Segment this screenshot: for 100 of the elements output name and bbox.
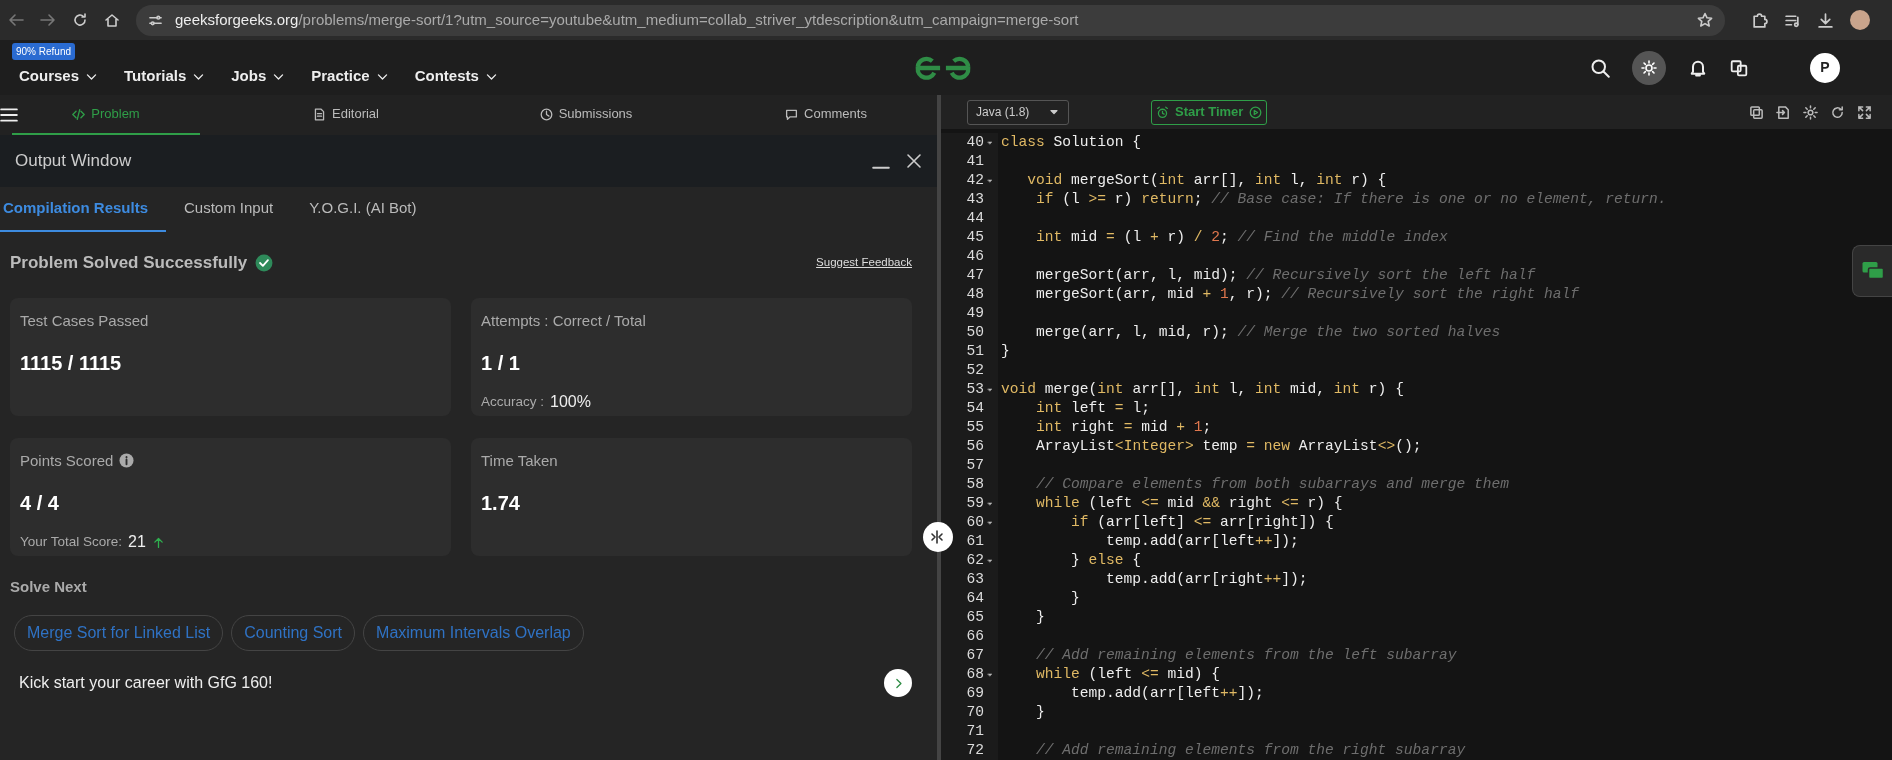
- reset-icon[interactable]: [1830, 104, 1845, 120]
- fold-icon[interactable]: [986, 385, 994, 394]
- output-tab[interactable]: Y.O.G.I. (AI Bot): [291, 187, 435, 232]
- profile-avatar[interactable]: [1850, 10, 1870, 30]
- line-number: 48: [966, 285, 984, 304]
- comment-icon: [785, 107, 799, 121]
- code-line: temp.add(arr[right++]);: [1105, 570, 1309, 589]
- code-line: // Compare elements from both subarrays and merge them: [1035, 475, 1510, 494]
- extensions-icon[interactable]: [1751, 11, 1768, 29]
- reload-icon[interactable]: [72, 12, 88, 28]
- line-number: 63: [966, 570, 984, 589]
- export-icon[interactable]: [1776, 104, 1791, 120]
- line-number: 61: [966, 532, 984, 551]
- code-line: temp.add(arr[left++]);: [1070, 684, 1265, 703]
- problem-tab[interactable]: Editorial: [252, 95, 440, 135]
- nav-menu-item[interactable]: Courses: [19, 65, 99, 88]
- line-number: 46: [966, 247, 984, 266]
- line-number: 69: [966, 684, 984, 703]
- problem-tab[interactable]: Submissions: [492, 95, 680, 135]
- start-timer-button[interactable]: Start Timer: [1151, 99, 1268, 125]
- code-line: } else {: [1070, 551, 1143, 570]
- alarm-clock-icon: [1156, 105, 1169, 119]
- line-number: 67: [966, 646, 984, 665]
- copy-icon[interactable]: [1749, 104, 1764, 120]
- fullscreen-icon[interactable]: [1857, 104, 1872, 120]
- next-button[interactable]: [884, 669, 912, 697]
- line-number: 45: [966, 228, 984, 247]
- code-line: }: [1001, 342, 1011, 361]
- line-number: 54: [966, 399, 984, 418]
- nav-menu-item[interactable]: Tutorials: [124, 65, 206, 88]
- check-circle-icon: [255, 253, 274, 272]
- nav-menu-item[interactable]: Practice: [311, 65, 389, 88]
- menu-icon[interactable]: [0, 106, 18, 124]
- code-line: void mergeSort(int arr[], int l, int r) {: [1026, 171, 1388, 190]
- line-number: 71: [966, 722, 984, 741]
- output-tab[interactable]: Compilation Results: [0, 187, 166, 232]
- refund-badge: 90% Refund: [12, 43, 76, 60]
- code-line: if (arr[left] <= arr[right]) {: [1070, 513, 1335, 532]
- code-line: if (l >= r) return; // Base case: If there is one or no element, return.: [1035, 190, 1667, 209]
- stat-sub-label: Accuracy :: [481, 392, 545, 411]
- line-number: 64: [966, 589, 984, 608]
- stat-sub-label: Your Total Score:: [20, 532, 123, 551]
- back-icon[interactable]: [8, 12, 24, 28]
- chat-button[interactable]: [1852, 245, 1892, 297]
- line-number: 44: [966, 209, 984, 228]
- language-select[interactable]: Java (1.8): [967, 99, 1069, 125]
- address-bar[interactable]: geeksforgeeks.org/problems/merge-sort/1?utm_source=youtube&utm_medium=collab_striver_ytdescription&utm_campaign=merge-sort: [136, 4, 1725, 36]
- line-number: 43: [966, 190, 984, 209]
- forward-icon[interactable]: [40, 12, 56, 28]
- close-icon[interactable]: [906, 153, 922, 169]
- code-line: merge(arr, l, mid, r); // Merge the two sorted halves: [1035, 323, 1502, 342]
- line-number: 55: [966, 418, 984, 437]
- fold-icon[interactable]: [986, 518, 994, 527]
- problem-tab[interactable]: Comments: [732, 95, 920, 135]
- line-number: 47: [966, 266, 984, 285]
- line-number: 62: [966, 551, 984, 570]
- stat-value: 1 / 1: [481, 351, 521, 376]
- line-number: 51: [966, 342, 984, 361]
- fold-icon[interactable]: [986, 176, 994, 185]
- stat-label: Attempts : Correct / Total: [481, 310, 646, 331]
- line-number: 41: [966, 152, 984, 171]
- code-line: mergeSort(arr, l, mid); // Recursively sort the left half: [1035, 266, 1537, 285]
- output-tab[interactable]: Custom Input: [166, 187, 292, 232]
- code-line: temp.add(arr[left++]);: [1105, 532, 1300, 551]
- code-line: void merge(int arr[], int l, int mid, int r) {: [1001, 380, 1405, 399]
- line-number: 50: [966, 323, 984, 342]
- code-line: }: [1070, 589, 1081, 608]
- line-number: 70: [966, 703, 984, 722]
- line-number: 52: [966, 361, 984, 380]
- stat-value: 1115 / 1115: [20, 351, 123, 376]
- fold-icon[interactable]: [986, 138, 994, 147]
- code-line: }: [1035, 703, 1046, 722]
- split-arrows-icon: [930, 529, 946, 545]
- code-line: mergeSort(arr, mid + 1, r); // Recursively sort the right half: [1035, 285, 1581, 304]
- line-number: 49: [966, 304, 984, 323]
- theme-toggle[interactable]: [1632, 50, 1666, 85]
- search-icon[interactable]: [1590, 57, 1610, 78]
- status-text: Problem Solved Successfully: [10, 252, 248, 274]
- nav-menu-item[interactable]: Jobs: [231, 65, 286, 88]
- line-number: 40: [966, 133, 984, 152]
- line-number: 60: [966, 513, 984, 532]
- play-icon: [1249, 105, 1263, 119]
- code-line: // Add remaining elements from the right subarray: [1035, 741, 1467, 760]
- line-number: 68: [966, 665, 984, 684]
- code-line: // Add remaining elements from the left subarray: [1035, 646, 1458, 665]
- line-number: 58: [966, 475, 984, 494]
- nav-menu-item[interactable]: Contests: [414, 65, 498, 88]
- fold-icon[interactable]: [986, 556, 994, 565]
- line-number: 57: [966, 456, 984, 475]
- settings-icon[interactable]: [1803, 104, 1818, 120]
- fold-icon[interactable]: [986, 670, 994, 679]
- section-heading: Solve Next: [10, 576, 88, 597]
- fold-icon[interactable]: [986, 499, 994, 508]
- user-avatar[interactable]: P: [1810, 52, 1840, 83]
- stat-value: 1.74: [481, 491, 521, 516]
- bookmark-star-icon[interactable]: [1697, 12, 1713, 28]
- code-line: ArrayList<Integer> temp = new ArrayList<>();: [1035, 437, 1423, 456]
- home-icon[interactable]: [104, 12, 120, 28]
- feedback-link[interactable]: Suggest Feedback: [816, 254, 912, 272]
- download-icon[interactable]: [1817, 11, 1834, 29]
